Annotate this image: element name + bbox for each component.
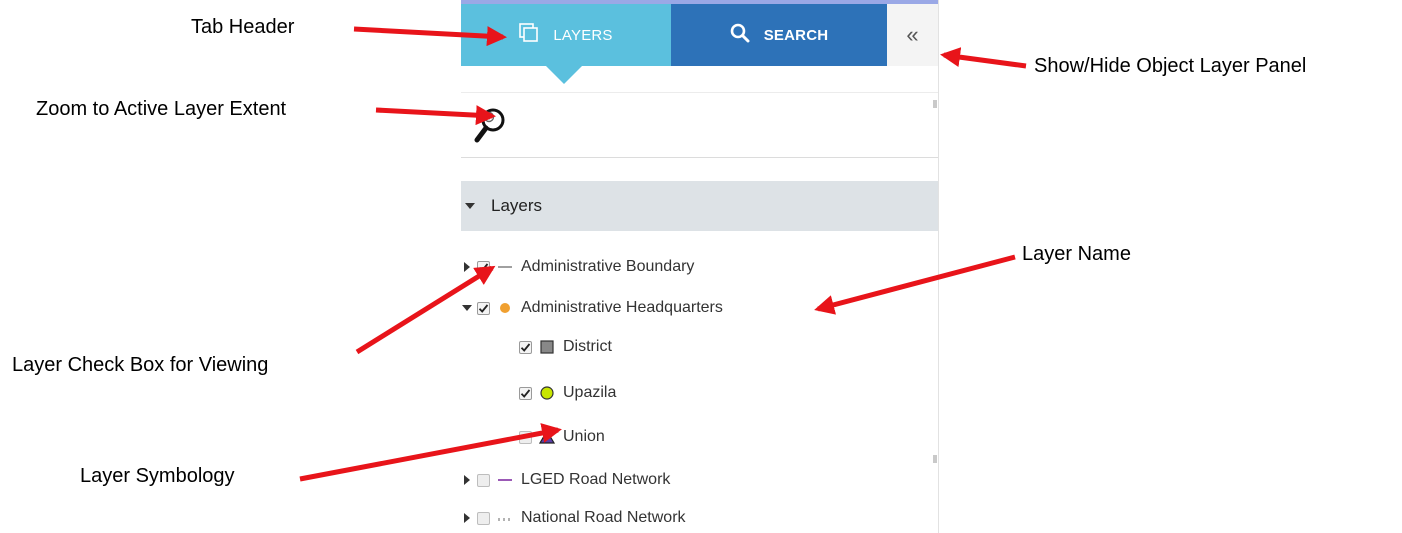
scrollbar-marker	[933, 100, 937, 108]
layer-row: Union	[515, 424, 605, 450]
double-chevron-left-icon: «	[906, 22, 919, 47]
checkmark-icon	[520, 388, 531, 398]
chevron-right-icon[interactable]	[461, 475, 473, 485]
layer-symbol-line-icon	[497, 472, 513, 488]
layer-row: LGED Road Network	[461, 467, 670, 493]
layer-name[interactable]: National Road Network	[521, 509, 686, 527]
scrollbar-marker	[933, 455, 937, 463]
layer-checkbox[interactable]	[519, 386, 532, 400]
layer-name[interactable]: Administrative Headquarters	[521, 299, 723, 317]
checkmark-icon	[478, 303, 489, 313]
layer-name[interactable]: Upazila	[563, 384, 616, 402]
active-tab-pointer	[546, 66, 582, 84]
layer-name[interactable]: Union	[563, 428, 605, 446]
layer-toolbar	[461, 92, 938, 158]
checkmark-icon	[520, 342, 531, 352]
annotation-symbology: Layer Symbology	[80, 465, 235, 487]
layer-row: Upazila	[515, 380, 616, 406]
annotation-check-box: Layer Check Box for Viewing	[12, 354, 269, 376]
chevron-right-icon[interactable]	[461, 262, 473, 272]
layer-symbol-circle-icon	[539, 385, 555, 401]
layer-checkbox[interactable]	[519, 340, 532, 354]
layer-checkbox[interactable]	[519, 430, 532, 444]
layer-name[interactable]: LGED Road Network	[521, 471, 670, 489]
zoom-to-extent-icon	[474, 108, 505, 143]
layer-symbol-dotted-line-icon	[497, 510, 513, 526]
layer-symbol-line-icon	[497, 259, 513, 275]
layer-panel: LAYERS SEARCH « Layers Administrative Bo…	[461, 0, 939, 533]
layer-symbol-square-icon	[539, 339, 555, 355]
layer-checkbox[interactable]	[477, 301, 490, 315]
layer-symbol-triangle-icon	[539, 429, 555, 445]
search-icon	[730, 23, 750, 47]
layers-section-title: Layers	[491, 196, 543, 215]
tab-search[interactable]: SEARCH	[671, 4, 887, 66]
layers-section-header[interactable]: Layers	[461, 181, 938, 231]
arrow-show-hide	[940, 47, 1027, 69]
chevron-down-icon	[465, 203, 475, 209]
layer-checkbox[interactable]	[477, 473, 490, 487]
layer-symbol-dot-icon	[497, 300, 513, 316]
layer-name[interactable]: Administrative Boundary	[521, 258, 694, 276]
layer-row: Administrative Headquarters	[461, 295, 723, 321]
layers-icon	[519, 23, 539, 47]
layer-name[interactable]: District	[563, 338, 612, 356]
annotation-tab-header: Tab Header	[191, 16, 295, 38]
tab-layers-label: LAYERS	[553, 26, 613, 44]
tab-search-label: SEARCH	[763, 26, 829, 44]
collapse-panel-button[interactable]: «	[887, 4, 938, 66]
chevron-down-icon[interactable]	[461, 305, 473, 311]
layer-row: Administrative Boundary	[461, 254, 694, 280]
layer-checkbox[interactable]	[477, 260, 490, 274]
tab-layers[interactable]: LAYERS	[461, 4, 671, 66]
annotation-zoom-extent: Zoom to Active Layer Extent	[36, 98, 287, 120]
layer-row: District	[515, 334, 612, 360]
layer-row: National Road Network	[461, 505, 686, 531]
zoom-to-extent-button[interactable]	[473, 107, 507, 145]
layer-checkbox[interactable]	[477, 511, 490, 525]
annotation-show-hide: Show/Hide Object Layer Panel	[1034, 55, 1307, 77]
checkmark-icon	[478, 262, 489, 272]
annotation-layer-name: Layer Name	[1022, 243, 1131, 265]
chevron-right-icon[interactable]	[461, 513, 473, 523]
